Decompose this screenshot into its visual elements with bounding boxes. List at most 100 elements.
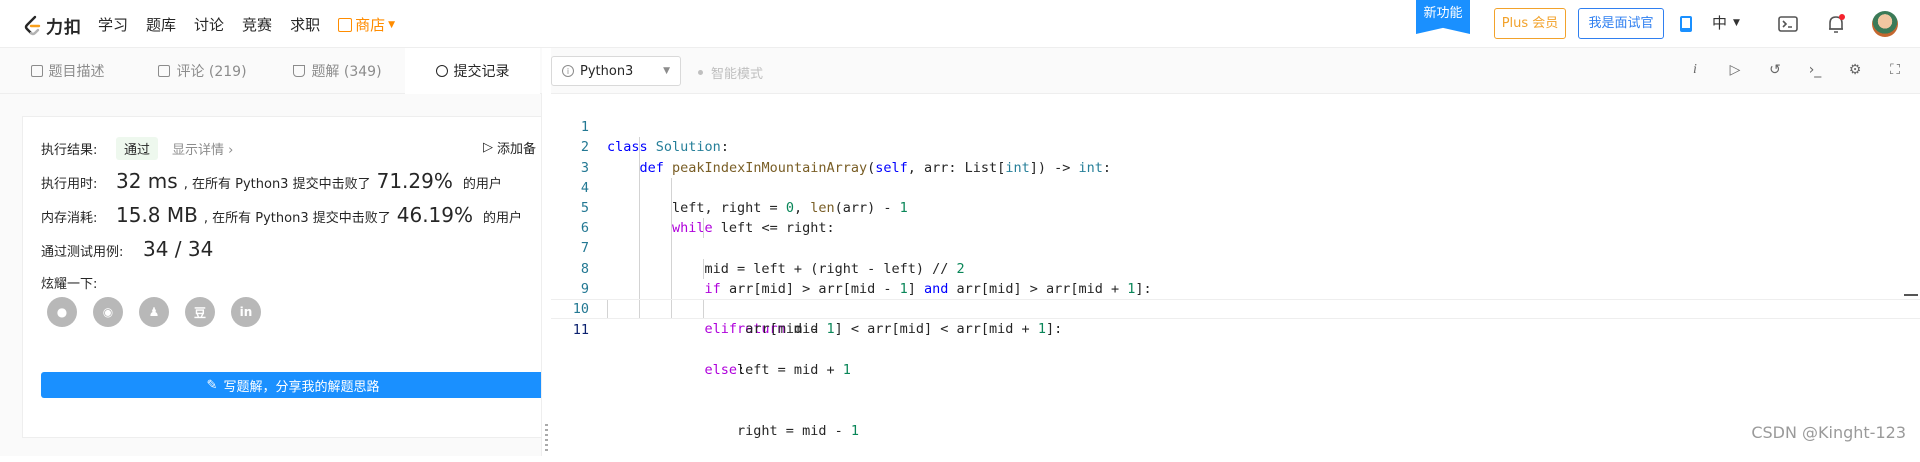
code-line: 1 class Solution:: [551, 97, 1920, 155]
tab-description[interactable]: 题目描述: [0, 48, 135, 94]
plus-member-button[interactable]: Plus 会员: [1494, 8, 1566, 39]
memory-row: 内存消耗: 15.8 MB , 在所有 Python3 提交中击败了 46.19…: [41, 203, 522, 227]
indent-guide: [639, 218, 640, 239]
indent-guide: [671, 218, 672, 239]
runtime-suffix: 的用户: [462, 177, 502, 192]
panel-resize-handle[interactable]: [541, 94, 551, 456]
indent-guide: [639, 278, 640, 299]
info-icon: i: [562, 65, 574, 77]
chevron-down-icon: ▼: [388, 19, 396, 30]
code-line: 5 mid = left + (right - left) // 2: [551, 177, 1920, 277]
indent-guide: [671, 258, 672, 279]
code-text: else:: [704, 361, 746, 378]
logo-text: 力扣: [46, 18, 82, 38]
code-line: 2 def peakIndexInMountainArray(self, arr…: [551, 117, 1920, 175]
info-icon[interactable]: i: [1686, 61, 1704, 79]
watermark: CSDN @Kinght-123: [1751, 423, 1906, 442]
document-icon: [30, 65, 43, 77]
qq-icon[interactable]: ♟: [139, 297, 169, 327]
language-switch[interactable]: 中 ▼: [1712, 12, 1740, 33]
indent-guide: [639, 299, 640, 319]
nav-problems[interactable]: 题库: [146, 14, 176, 35]
indent-guide: [639, 137, 640, 158]
line-number: 11: [572, 322, 589, 339]
user-avatar[interactable]: [1872, 11, 1898, 37]
language-label: 中: [1712, 14, 1728, 32]
share-buttons: ● ◉ ♟ 豆 in: [47, 297, 261, 327]
indent-guide: [639, 238, 640, 259]
nav-discuss[interactable]: 讨论: [194, 14, 224, 35]
code-line: 8 elif arr[mid - 1] < arr[mid] < arr[mid…: [551, 238, 1920, 337]
add-note-label: 添加备: [497, 142, 537, 157]
leetcode-logo-icon: [24, 15, 41, 35]
indent-guide: [639, 197, 640, 219]
tab-solutions-label: 题解 (349): [311, 64, 382, 80]
code-area[interactable]: 1 class Solution: 2 def peakIndexInMount…: [551, 94, 1920, 439]
tab-comments[interactable]: 评论 (219): [135, 48, 270, 94]
comment-icon: [158, 65, 171, 77]
playground-icon[interactable]: [1776, 12, 1800, 36]
write-solution-button[interactable]: ✎ 写题解，分享我的解题思路: [41, 372, 545, 398]
mobile-icon[interactable]: [1674, 12, 1698, 36]
code-editor-panel: i Python3 ▼ 智能模式 i ▷ ↺ ›_ ⚙ ⛶ 1 class So…: [551, 48, 1920, 456]
nav-jobs[interactable]: 求职: [290, 14, 320, 35]
result-label: 执行结果:: [41, 143, 98, 158]
flag-icon: ▷: [483, 140, 493, 155]
new-feature-badge[interactable]: 新功能: [1416, 0, 1470, 34]
indent-guide: [607, 299, 608, 319]
show-details-link[interactable]: 显示详情 ›: [172, 139, 233, 158]
tab-description-label: 题目描述: [48, 64, 105, 80]
submission-result-card: 执行结果: 通过 显示详情 › ▷ 添加备 执行用时: 32 ms , 在所有 …: [22, 116, 545, 438]
result-row: 执行结果: 通过 显示详情 ›: [41, 137, 233, 160]
status-badge: 通过: [116, 137, 159, 160]
problem-tabs: 题目描述 评论 (219) 题解 (349) 提交记录: [0, 48, 542, 94]
indent-guide: [639, 177, 640, 198]
code-line: 9 left = mid + 1: [551, 258, 1920, 378]
flask-icon: [293, 65, 306, 77]
runtime-row: 执行用时: 32 ms , 在所有 Python3 提交中击败了 71.29% …: [41, 169, 502, 193]
nav-shop[interactable]: 商店 ▼: [338, 14, 395, 35]
runtime-label: 执行用时:: [41, 177, 98, 192]
settings-icon[interactable]: ⚙: [1846, 61, 1864, 79]
nav-learn[interactable]: 学习: [98, 14, 128, 35]
reset-icon[interactable]: ↺: [1766, 61, 1784, 79]
drag-handle-icon: [545, 424, 548, 454]
console-icon[interactable]: ›_: [1806, 61, 1824, 79]
add-note-button[interactable]: ▷ 添加备: [483, 138, 536, 157]
runtime-text: , 在所有 Python3 提交中击败了: [183, 177, 371, 192]
indent-guide: [671, 238, 672, 259]
interviewer-button[interactable]: 我是面试官: [1578, 8, 1664, 39]
indent-guide: [671, 299, 672, 319]
linkedin-icon[interactable]: in: [231, 297, 261, 327]
tab-submissions[interactable]: 提交记录: [405, 48, 540, 94]
memory-label: 内存消耗:: [41, 211, 98, 226]
wechat-icon[interactable]: ●: [47, 297, 77, 327]
notification-bell-icon[interactable]: [1824, 12, 1848, 36]
tab-comments-label: 评论 (219): [176, 64, 247, 80]
editor-toolbar: i Python3 ▼ 智能模式 i ▷ ↺ ›_ ⚙ ⛶: [551, 48, 1920, 94]
top-navigation-bar: 力扣 学习 题库 讨论 竞赛 求职 商店 ▼ 新功能 Plus 会员 我是面试官…: [0, 0, 1920, 48]
leetcode-logo[interactable]: 力扣: [22, 13, 82, 38]
language-select[interactable]: i Python3 ▼: [551, 56, 681, 86]
indent-guide: [671, 278, 672, 299]
code-line: 6 if arr[mid] > arr[mid - 1] and arr[mid…: [551, 197, 1920, 297]
language-select-value: Python3: [580, 63, 634, 79]
fullscreen-icon[interactable]: ⛶: [1886, 61, 1904, 79]
left-panel: 题目描述 评论 (219) 题解 (349) 提交记录 执行结果: 通过 显示详…: [0, 48, 551, 456]
chevron-down-icon: ▼: [1733, 17, 1740, 28]
smart-mode-dot: [698, 70, 703, 75]
main-nav: 学习 题库 讨论 竞赛 求职 商店 ▼: [98, 14, 413, 35]
weibo-icon[interactable]: ◉: [93, 297, 123, 327]
douban-icon[interactable]: 豆: [185, 297, 215, 327]
smart-mode-label: 智能模式: [711, 67, 764, 82]
nav-contest[interactable]: 竞赛: [242, 14, 272, 35]
chevron-down-icon: ▼: [663, 66, 670, 76]
tests-value: 34 / 34: [143, 237, 214, 261]
tests-row: 通过测试用例: 34 / 34: [41, 237, 219, 261]
run-icon[interactable]: ▷: [1726, 61, 1744, 79]
smart-mode-toggle[interactable]: 智能模式: [698, 63, 763, 82]
shop-icon: [338, 17, 353, 32]
code-text: elif arr[mid - 1] < arr[mid] < arr[mid +…: [704, 321, 1063, 338]
memory-value: 15.8 MB: [116, 203, 198, 227]
tab-solutions[interactable]: 题解 (349): [270, 48, 405, 94]
